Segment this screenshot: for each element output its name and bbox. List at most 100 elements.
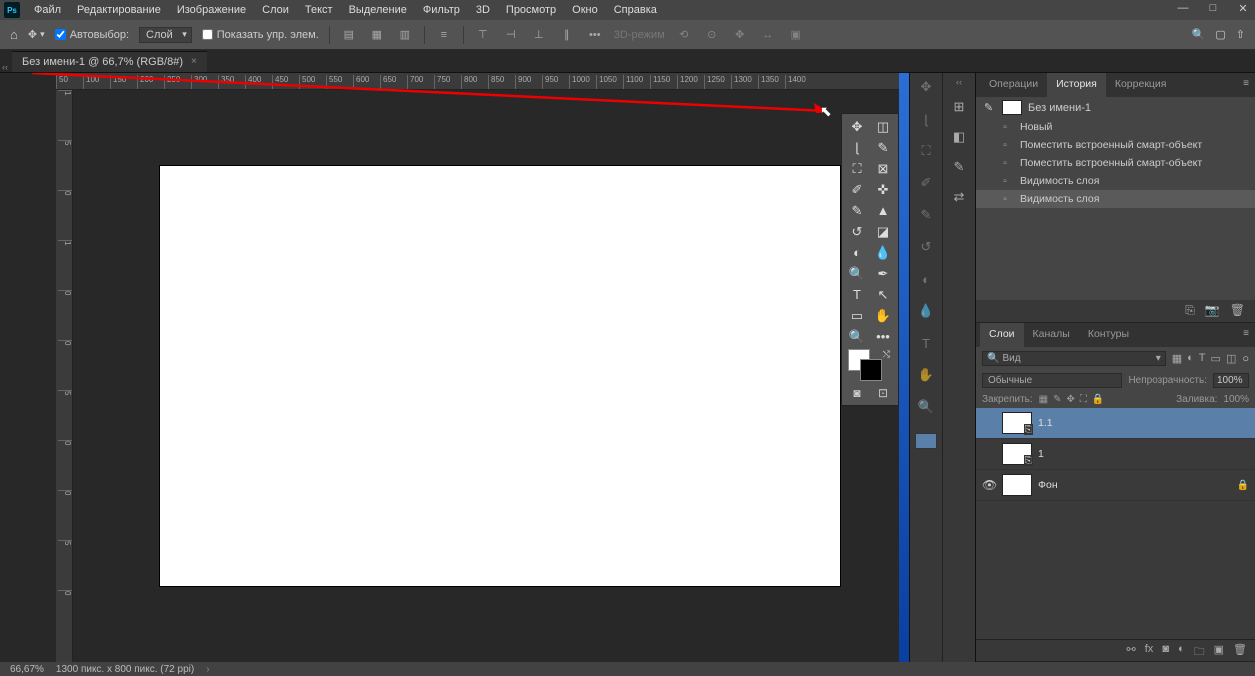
path-select-tool-icon[interactable]: ↖ xyxy=(870,284,896,305)
new-layer-icon[interactable]: ▣ xyxy=(1214,643,1224,658)
align-right-icon[interactable]: ▥ xyxy=(396,26,414,44)
scroll-gutter[interactable] xyxy=(899,73,909,662)
tab-history[interactable]: История xyxy=(1047,73,1106,97)
gradient-tool-icon[interactable]: ◐ xyxy=(844,242,870,263)
menu-help[interactable]: Справка xyxy=(606,1,665,19)
status-dimensions[interactable]: 1300 пикс. x 800 пикс. (72 ppi) xyxy=(56,664,194,675)
layer-thumb[interactable] xyxy=(1002,474,1032,496)
trash-icon[interactable]: 🗑 xyxy=(1233,643,1247,658)
filter-smart-icon[interactable]: ◫ xyxy=(1226,352,1236,365)
quick-select-tool-icon[interactable]: ✎ xyxy=(870,137,896,158)
filter-toggle[interactable]: ○ xyxy=(1242,353,1249,365)
layer-thumb[interactable] xyxy=(1002,443,1032,465)
distribute-icon[interactable]: ≡ xyxy=(435,26,453,44)
tab-adjustments[interactable]: Коррекция xyxy=(1106,73,1176,97)
menu-edit[interactable]: Редактирование xyxy=(69,1,169,19)
align-center-h-icon[interactable]: ▦ xyxy=(368,26,386,44)
tool-palette[interactable]: ✥ ◫ ɭ ✎ ⛶ ⊠ ✐ ✜ ✎ ▲ ↺ ◪ ◐ 💧 🔍 ✒ T ↖ ▭ ✋ … xyxy=(841,113,899,406)
zoom-icon[interactable]: 🔍 xyxy=(916,397,936,417)
align-dist-icon[interactable]: ∥ xyxy=(558,26,576,44)
hand-tool-icon[interactable]: ✋ xyxy=(870,305,896,326)
eyedropper-icon[interactable]: ✐ xyxy=(916,173,936,193)
ruler-vertical[interactable]: 15010050050 xyxy=(56,90,73,662)
adjustments-panel-icon[interactable]: ◧ xyxy=(949,127,969,147)
brush-tool-icon[interactable]: ✎ xyxy=(844,200,870,221)
tab-layers[interactable]: Слои xyxy=(980,323,1024,347)
layer-name[interactable]: 1.1 xyxy=(1038,417,1053,429)
maximize-button[interactable]: □ xyxy=(1205,2,1221,15)
status-zoom[interactable]: 66,67% xyxy=(10,664,44,675)
menu-view[interactable]: Просмотр xyxy=(498,1,564,19)
3d-slide-icon[interactable]: ↔ xyxy=(759,26,777,44)
lock-position-icon[interactable]: ✥ xyxy=(1067,394,1075,405)
search-icon[interactable]: 🔍 xyxy=(1192,28,1206,41)
align-left-icon[interactable]: ▤ xyxy=(340,26,358,44)
edit-toolbar-icon[interactable]: ••• xyxy=(870,326,896,347)
adjustment-layer-icon[interactable]: ◐ xyxy=(1178,643,1185,658)
filter-adjust-icon[interactable]: ◐ xyxy=(1187,352,1194,365)
brush-icon[interactable]: ✎ xyxy=(916,205,936,225)
workspace-icon[interactable]: ▢ xyxy=(1215,28,1225,41)
link-layers-icon[interactable]: ⚯ xyxy=(1127,643,1136,658)
heal-tool-icon[interactable]: ✜ xyxy=(870,179,896,200)
menu-file[interactable]: Файл xyxy=(26,1,69,19)
navigator-preview[interactable] xyxy=(915,433,937,449)
color-swatch[interactable]: ⤭ xyxy=(844,349,896,383)
crop-tool-icon[interactable]: ⛶ xyxy=(844,158,870,179)
autoselect-checkbox[interactable]: Автовыбор: xyxy=(55,29,129,41)
opacity-value[interactable]: 100% xyxy=(1213,373,1249,388)
menu-select[interactable]: Выделение xyxy=(341,1,415,19)
left-flyout-icon[interactable]: ‹‹ xyxy=(2,62,8,72)
eraser-tool-icon[interactable]: ◪ xyxy=(870,221,896,242)
3d-pan-icon[interactable]: ✥ xyxy=(731,26,749,44)
more-icon[interactable]: ••• xyxy=(586,26,604,44)
fx-icon[interactable]: fx xyxy=(1145,643,1154,658)
lock-transparency-icon[interactable]: ▦ xyxy=(1039,394,1048,405)
share-icon[interactable]: ⇧ xyxy=(1236,28,1245,41)
stamp-tool-icon[interactable]: ▲ xyxy=(870,200,896,221)
layer-row[interactable]: 1 xyxy=(976,439,1255,470)
3d-zoom-icon[interactable]: ▣ xyxy=(787,26,805,44)
tab-actions[interactable]: Операции xyxy=(980,73,1047,97)
3d-orbit-icon[interactable]: ⟲ xyxy=(675,26,693,44)
lock-pixels-icon[interactable]: ✎ xyxy=(1053,394,1061,405)
hand-icon[interactable]: ✋ xyxy=(916,365,936,385)
move-icon[interactable]: ✥ xyxy=(916,77,936,97)
frame-tool-icon[interactable]: ⊠ xyxy=(870,158,896,179)
panel-menu-icon[interactable]: ≡ xyxy=(1237,73,1255,97)
blur-tool-icon[interactable]: 💧 xyxy=(870,242,896,263)
pen-tool-icon[interactable]: ✒ xyxy=(870,263,896,284)
brushes-panel-icon[interactable]: ✎ xyxy=(949,157,969,177)
tab-paths[interactable]: Контуры xyxy=(1079,323,1138,347)
minimize-button[interactable]: — xyxy=(1175,2,1191,15)
document-tab[interactable]: Без имени-1 @ 66,7% (RGB/8#) × xyxy=(12,51,207,72)
menu-filter[interactable]: Фильтр xyxy=(415,1,468,19)
layer-row[interactable]: 👁 Фон 🔒 xyxy=(976,470,1255,501)
align-top-icon[interactable]: ⊤ xyxy=(474,26,492,44)
type-icon[interactable]: T xyxy=(916,333,936,353)
background-color[interactable] xyxy=(860,359,882,381)
swatches-panel-icon[interactable]: ⇄ xyxy=(949,187,969,207)
history-brush-tool-icon[interactable]: ↺ xyxy=(844,221,870,242)
canvas[interactable] xyxy=(160,166,840,586)
move-tool-icon[interactable]: ✥ xyxy=(844,116,870,137)
menu-text[interactable]: Текст xyxy=(297,1,341,19)
history-snapshot[interactable]: ✎ Без имени-1 xyxy=(976,97,1255,118)
ruler-horizontal[interactable]: 5010015020025030035040045050055060065070… xyxy=(56,73,899,90)
menu-image[interactable]: Изображение xyxy=(169,1,254,19)
layer-name[interactable]: Фон xyxy=(1038,479,1058,491)
mask-icon[interactable]: ◙ xyxy=(1162,643,1169,658)
screen-mode-icon[interactable]: ⊡ xyxy=(870,383,896,403)
zoom-tool-icon[interactable]: 🔍 xyxy=(844,326,870,347)
shape-tool-icon[interactable]: ▭ xyxy=(844,305,870,326)
move-tool-icon[interactable]: ✥ ▾ xyxy=(28,28,45,41)
lock-all-icon[interactable]: 🔒 xyxy=(1092,394,1104,405)
swap-colors-icon[interactable]: ⤭ xyxy=(883,349,890,360)
show-controls-checkbox[interactable]: Показать упр. элем. xyxy=(202,29,319,41)
trash-icon[interactable]: 🗑 xyxy=(1230,303,1245,319)
home-icon[interactable]: ⌂ xyxy=(10,27,18,42)
quick-mask-icon[interactable]: ◙ xyxy=(844,383,870,403)
history-item[interactable]: ▫Видимость слоя xyxy=(976,190,1255,208)
crop-icon[interactable]: ⛶ xyxy=(916,141,936,161)
filter-type-icon[interactable]: T xyxy=(1199,352,1206,365)
